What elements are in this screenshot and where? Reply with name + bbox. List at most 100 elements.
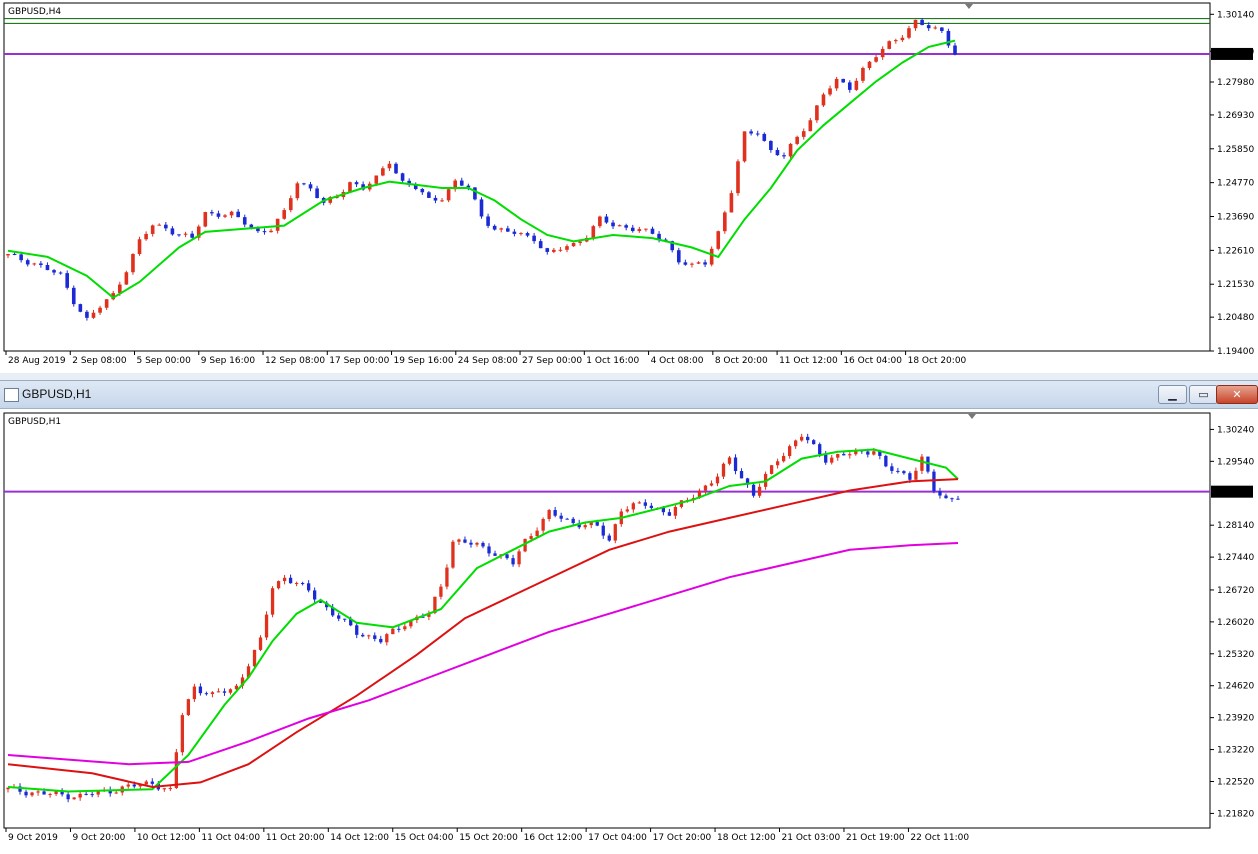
- candle-body: [481, 542, 485, 547]
- y-tick-label: 1.29540: [1217, 457, 1254, 467]
- minimize-button[interactable]: ▁: [1158, 385, 1187, 404]
- candle-body: [282, 210, 287, 219]
- candle-body: [836, 454, 840, 458]
- x-tick-label: 15 Oct 04:00: [395, 833, 454, 843]
- candle-body: [499, 228, 504, 230]
- x-tick-label: 9 Sep 16:00: [201, 356, 256, 366]
- candle-body: [601, 525, 605, 536]
- candle-body: [294, 583, 299, 585]
- candle-body: [400, 173, 405, 181]
- candle-body: [222, 691, 227, 693]
- candle-body: [795, 136, 799, 144]
- candle-body: [54, 791, 58, 795]
- candle-body: [824, 454, 828, 463]
- candle-body: [696, 262, 701, 264]
- candle-body: [637, 229, 642, 232]
- candle-body: [613, 524, 617, 541]
- candle-body: [571, 242, 576, 247]
- candle-body: [348, 182, 352, 193]
- candle-body: [236, 211, 240, 218]
- candle-body: [373, 635, 377, 639]
- candle-body: [387, 163, 392, 169]
- candle-body: [896, 470, 900, 472]
- candle-body: [529, 536, 533, 539]
- candle-body: [440, 200, 444, 202]
- candle-body: [198, 686, 203, 694]
- x-tick-label: 17 Sep 00:00: [329, 356, 389, 366]
- candle-body: [174, 752, 179, 789]
- candle-body: [42, 791, 46, 795]
- restore-button[interactable]: ▭: [1189, 385, 1218, 404]
- y-tick-label: 1.23690: [1217, 213, 1254, 223]
- candle-body: [269, 230, 273, 233]
- candle-body: [558, 249, 563, 251]
- candle-body: [282, 577, 287, 582]
- y-tick-label: 1.24770: [1217, 179, 1254, 189]
- candle-body: [475, 542, 479, 545]
- close-button[interactable]: ✕: [1216, 385, 1258, 404]
- candle-body: [565, 246, 569, 250]
- candle-body: [890, 466, 894, 471]
- candle-body: [716, 231, 721, 249]
- candle-body: [439, 586, 443, 597]
- candle-body: [611, 222, 615, 227]
- candle-body: [78, 304, 83, 312]
- candle-body: [650, 228, 655, 234]
- candle-body: [12, 253, 17, 255]
- candle-body: [788, 143, 793, 157]
- candle-body: [709, 248, 714, 265]
- candle-body: [907, 28, 911, 38]
- candle-body: [872, 451, 876, 455]
- candle-body: [920, 456, 924, 471]
- candle-body: [210, 212, 214, 214]
- candle-body: [595, 522, 599, 526]
- y-tick-label: 1.27440: [1217, 553, 1254, 563]
- candle-body: [552, 249, 556, 252]
- x-tick-label: 17 Oct 04:00: [588, 833, 647, 843]
- y-tick-label: 1.26020: [1217, 618, 1254, 628]
- candle-body: [394, 163, 398, 174]
- candle-body: [894, 40, 898, 42]
- candle-body: [547, 510, 551, 519]
- h1-chart-svg[interactable]: GBPUSD,H1 1.30240 1.29540 1.28140 1.27440 1.2…: [0, 408, 1258, 854]
- candle-body: [90, 794, 94, 796]
- candle-body: [288, 198, 293, 211]
- candle-body: [841, 78, 846, 83]
- y-tick-label: 1.26720: [1217, 586, 1254, 596]
- candle-body: [519, 233, 523, 235]
- candle-body: [276, 581, 281, 589]
- candle-body: [757, 486, 762, 496]
- candle-body: [801, 131, 806, 137]
- candle-body: [617, 225, 622, 227]
- y-tick-label: 1.21530: [1217, 280, 1254, 290]
- candle-body: [229, 211, 234, 216]
- candle-body: [932, 471, 936, 492]
- candle-body: [433, 197, 438, 201]
- h1-chart-window[interactable]: GBPUSD,H1 ▁ ▭ ✕ GBPUSD,H1 1.30240 1.29540 1…: [0, 380, 1258, 854]
- candle-body: [715, 476, 720, 484]
- h4-chart-window[interactable]: GBPUSD,H41.301401.289601.279801.269301.2…: [0, 0, 1258, 373]
- candle-body: [45, 264, 50, 271]
- y-tick-label: 1.23220: [1217, 746, 1254, 756]
- h1-window-titlebar[interactable]: GBPUSD,H1 ▁ ▭ ✕: [0, 381, 1258, 409]
- candle-body: [913, 19, 918, 29]
- candle-body: [751, 484, 756, 496]
- candle-body: [644, 228, 648, 230]
- x-tick-label: 15 Oct 20:00: [459, 833, 518, 843]
- candle-body: [374, 175, 379, 184]
- h4-chart-svg[interactable]: GBPUSD,H41.301401.289601.279801.269301.2…: [0, 0, 1258, 373]
- candle-body: [739, 471, 744, 479]
- candle-body: [538, 241, 543, 249]
- candle-body: [487, 546, 491, 554]
- y-tick-label: 1.27980: [1217, 78, 1254, 88]
- candle-body: [703, 262, 707, 265]
- candle-body: [132, 784, 136, 787]
- candle-body: [144, 233, 148, 240]
- candle-body: [834, 78, 839, 89]
- current-price-label: 1.28875: [1214, 50, 1251, 60]
- x-tick-label: 24 Sep 08:00: [458, 356, 518, 366]
- candle-body: [762, 133, 767, 141]
- candle-body: [343, 618, 347, 620]
- symbol-label: GBPUSD,H4: [8, 7, 61, 17]
- candle-body: [742, 131, 747, 162]
